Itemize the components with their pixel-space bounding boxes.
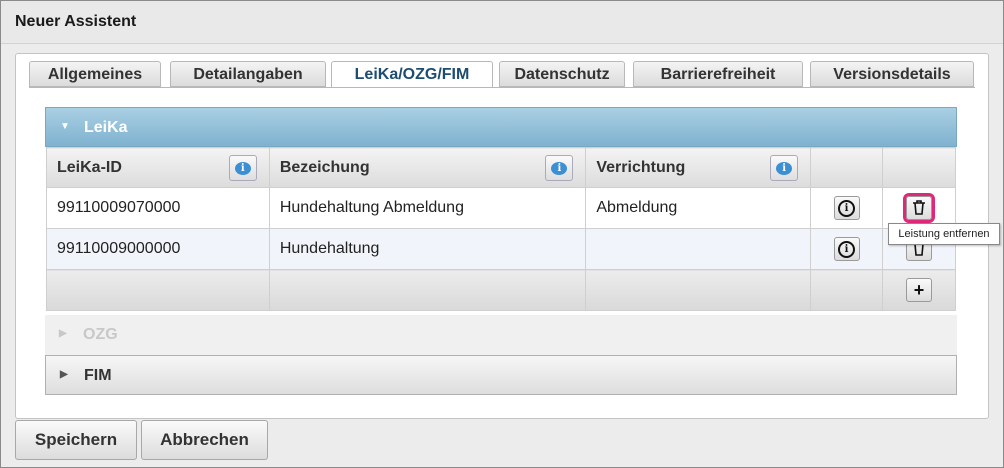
tab-detailangaben[interactable]: Detailangaben (170, 61, 326, 87)
row-info-button[interactable]: i (833, 196, 860, 220)
window-titlebar: Neuer Assistent (1, 1, 1003, 44)
add-leistung-button[interactable]: + (906, 278, 933, 302)
leika-table: LeiKa-ID i Bezeichung i Verrichtung i 99… (46, 147, 956, 311)
info-bubble-icon: i (234, 161, 251, 175)
window-title: Neuer Assistent (15, 13, 137, 30)
cell-info: i (810, 228, 884, 270)
column-header-verrichtung[interactable]: Verrichtung i (585, 147, 812, 188)
accordion-fim-label: FIM (84, 367, 112, 384)
remove-leistung-button[interactable] (903, 192, 936, 223)
cell-leika-id: 99110009070000 (46, 187, 270, 229)
accordion-leika-header[interactable]: ▼ LeiKa (45, 107, 957, 147)
cell-leika-id: 99110009000000 (46, 228, 270, 270)
tab-barrierefreiheit[interactable]: Barrierefreiheit (633, 61, 803, 87)
column-info-button[interactable]: i (228, 155, 257, 181)
tab-versionsdetails[interactable]: Versionsdetails (810, 61, 974, 87)
accordion-ozg-header: ▶ OZG (45, 315, 957, 355)
wizard-window: Neuer Assistent Allgemeines Detailangabe… (0, 0, 1004, 468)
cancel-button[interactable]: Abbrechen (141, 420, 268, 460)
tab-allgemeines[interactable]: Allgemeines (29, 61, 161, 87)
column-info-button[interactable]: i (770, 155, 799, 181)
row-info-button[interactable]: i (833, 237, 860, 261)
chevron-right-icon: ▶ (59, 328, 67, 339)
save-button[interactable]: Speichern (15, 420, 137, 460)
cell-add: + (882, 269, 956, 311)
table-add-row: + (46, 269, 956, 311)
chevron-down-icon: ▼ (60, 121, 70, 132)
cell-bezeichnung: Hundehaltung Abmeldung (268, 187, 587, 229)
cell-verrichtung: Abmeldung (585, 187, 812, 229)
column-header-actions (882, 147, 956, 188)
tab-datenschutz[interactable]: Datenschutz (499, 61, 625, 87)
info-bubble-icon: i (551, 161, 568, 175)
column-header-label: LeiKa-ID (57, 158, 122, 176)
accordion-ozg-label: OZG (83, 326, 118, 343)
table-row: 99110009000000 Hundehaltung i (46, 228, 956, 270)
accordion-leika-label: LeiKa (84, 119, 128, 136)
column-header-bezeichnung[interactable]: Bezeichung i (268, 147, 587, 188)
accordion-fim-header[interactable]: ▶ FIM (45, 355, 957, 395)
column-header-leika-id[interactable]: LeiKa-ID i (46, 147, 270, 188)
trash-icon (913, 200, 926, 216)
table-row: 99110009070000 Hundehaltung Abmeldung Ab… (46, 187, 956, 229)
tooltip: Leistung entfernen (888, 223, 1000, 245)
info-circle-icon: i (838, 240, 856, 258)
tab-divider (29, 87, 975, 88)
cell-bezeichnung: Hundehaltung (268, 228, 587, 270)
tab-leika-ozg-fim[interactable]: LeiKa/OZG/FIM (331, 61, 493, 88)
info-circle-icon: i (838, 199, 856, 217)
column-header-label: Bezeichung (279, 158, 370, 176)
chevron-right-icon: ▶ (60, 369, 68, 380)
column-header-info (810, 147, 884, 188)
column-header-label: Verrichtung (596, 158, 686, 176)
table-header-row: LeiKa-ID i Bezeichung i Verrichtung i (46, 147, 956, 188)
info-bubble-icon: i (776, 161, 793, 175)
column-info-button[interactable]: i (545, 155, 574, 181)
cell-verrichtung (585, 228, 812, 270)
cell-info: i (810, 187, 884, 229)
